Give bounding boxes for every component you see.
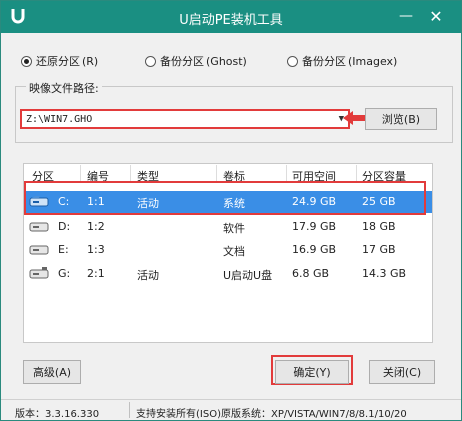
selection-highlight-box: [24, 181, 426, 215]
radio-key: (Imagex): [348, 54, 398, 68]
mode-radio-group: 还原分区 (R) 备份分区 (Ghost) 备份分区 (Imagex): [15, 53, 453, 71]
usb-disk-icon: [29, 267, 49, 279]
browse-button[interactable]: 浏览(B): [365, 108, 437, 130]
support-text: 支持安装所有(ISO)原版系统：XP/VISTA/WIN7/8/8.1/10/2…: [136, 409, 407, 420]
cell-drive: E:: [58, 243, 69, 256]
cell-number: 1:3: [87, 243, 105, 256]
radio-label: 备份分区: [302, 55, 346, 68]
advanced-button[interactable]: 高级(A): [23, 360, 81, 384]
cell-free: 6.8 GB: [292, 267, 330, 280]
cell-label: U启动U盘: [223, 269, 273, 282]
radio-label: 备份分区: [160, 55, 204, 68]
radio-key: (R): [82, 54, 99, 68]
cell-label: 软件: [223, 222, 245, 235]
close-button[interactable]: 关闭(C): [369, 360, 435, 384]
table-row[interactable]: E: 1:3 文档 16.9 GB 17 GB: [24, 239, 432, 261]
minimize-icon: —: [399, 8, 413, 24]
cell-label: 文档: [223, 245, 245, 258]
radio-dot: [21, 55, 32, 67]
radio-backup-ghost[interactable]: 备份分区 (Ghost): [145, 53, 247, 69]
cell-type: 活动: [137, 269, 159, 282]
confirm-button[interactable]: 确定(Y): [275, 360, 349, 384]
image-path-select[interactable]: Z:\WIN7.GHO ▼: [20, 109, 350, 129]
cell-size: 18 GB: [362, 220, 396, 233]
cell-drive: G:: [58, 267, 71, 280]
table-row[interactable]: D: 1:2 软件 17.9 GB 18 GB: [24, 216, 432, 238]
radio-backup-imagex[interactable]: 备份分区 (Imagex): [287, 53, 397, 69]
cell-size: 17 GB: [362, 243, 396, 256]
cell-number: 2:1: [87, 267, 105, 280]
status-bar: 版本：3.3.16.330 支持安装所有(ISO)原版系统：XP/VISTA/W…: [1, 399, 461, 420]
radio-dot: [145, 55, 156, 67]
cell-number: 1:2: [87, 220, 105, 233]
minimize-button[interactable]: —: [395, 5, 417, 27]
cell-drive: D:: [58, 220, 71, 233]
radio-dot: [287, 55, 298, 67]
table-row[interactable]: G: 2:1 活动 U启动U盘 6.8 GB 14.3 GB: [24, 263, 432, 285]
radio-restore[interactable]: 还原分区 (R): [21, 53, 98, 69]
disk-icon: [29, 245, 49, 255]
installer-window: U启动PE装机工具 — ✕ 还原分区 (R) 备份分区 (Ghost) 备份分区…: [0, 0, 462, 421]
title-bar: U启动PE装机工具 — ✕: [1, 1, 461, 33]
cell-free: 17.9 GB: [292, 220, 337, 233]
radio-key: (Ghost): [206, 54, 247, 68]
close-window-button[interactable]: ✕: [425, 5, 447, 27]
cell-size: 14.3 GB: [362, 267, 407, 280]
cell-free: 16.9 GB: [292, 243, 337, 256]
image-path-value: Z:\WIN7.GHO: [26, 113, 93, 125]
version-text: 版本：3.3.16.330: [15, 409, 100, 420]
close-icon: ✕: [429, 6, 443, 26]
disk-icon: [29, 222, 49, 232]
radio-label: 还原分区: [36, 55, 80, 68]
image-path-label: 映像文件路径:: [26, 80, 102, 96]
window-title: U启动PE装机工具: [179, 13, 283, 28]
